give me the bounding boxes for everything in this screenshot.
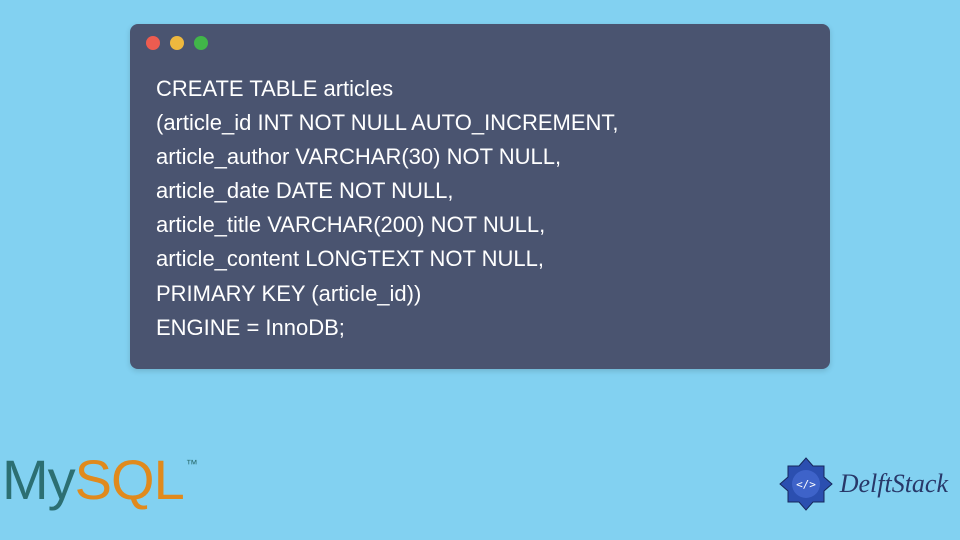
delftstack-label: DelftStack bbox=[840, 469, 948, 499]
mysql-logo: MySQL™ bbox=[2, 447, 198, 512]
minimize-icon bbox=[170, 36, 184, 50]
delftstack-icon: </> bbox=[778, 456, 834, 512]
window-titlebar bbox=[130, 24, 830, 62]
mysql-logo-part1: My bbox=[2, 448, 75, 511]
maximize-icon bbox=[194, 36, 208, 50]
svg-text:</>: </> bbox=[796, 478, 816, 491]
mysql-logo-part2: SQL bbox=[75, 448, 184, 511]
trademark-icon: ™ bbox=[186, 457, 198, 471]
code-block: CREATE TABLE articles (article_id INT NO… bbox=[130, 62, 830, 369]
delftstack-logo: </> DelftStack bbox=[778, 456, 948, 512]
code-window: CREATE TABLE articles (article_id INT NO… bbox=[130, 24, 830, 369]
close-icon bbox=[146, 36, 160, 50]
